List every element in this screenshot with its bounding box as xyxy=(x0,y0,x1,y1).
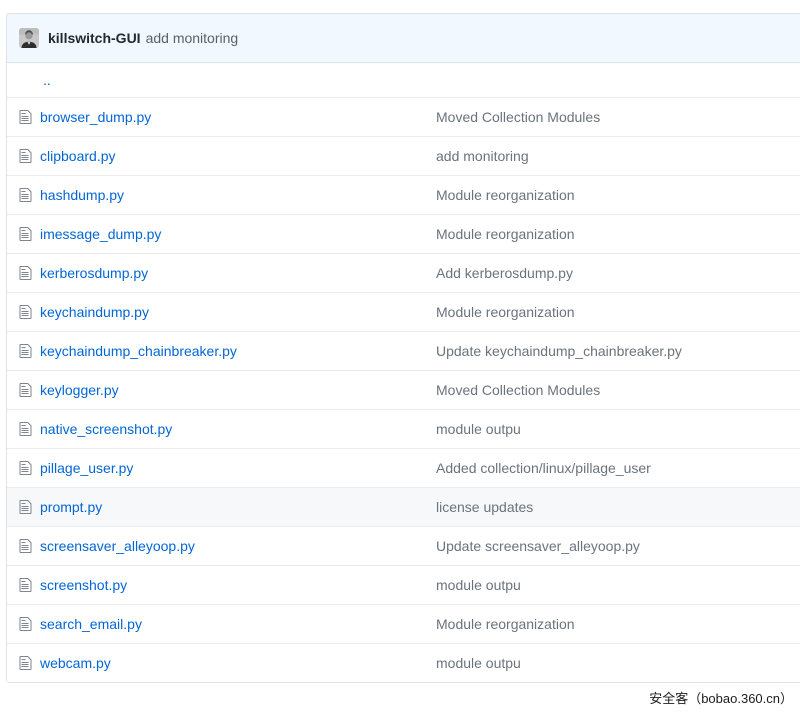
file-list: browser_dump.py Moved Collection Modules… xyxy=(7,97,800,682)
file-name-link[interactable]: screenshot.py xyxy=(40,577,127,593)
table-row: screenshot.py module outpu xyxy=(7,565,800,604)
table-row: screensaver_alleyoop.py Update screensav… xyxy=(7,526,800,565)
parent-directory-link[interactable]: .. xyxy=(43,72,51,88)
file-commit-message-link[interactable]: module outpu xyxy=(436,655,521,671)
file-name-link[interactable]: keychaindump_chainbreaker.py xyxy=(40,343,237,359)
file-name-link[interactable]: browser_dump.py xyxy=(40,109,151,125)
latest-commit-bar: killswitch-GUI add monitoring xyxy=(7,14,800,63)
file-icon xyxy=(7,382,40,398)
file-commit-message-link[interactable]: Module reorganization xyxy=(436,616,575,632)
file-browser-table: killswitch-GUI add monitoring .. browser… xyxy=(6,13,800,683)
file-name-link[interactable]: hashdump.py xyxy=(40,187,124,203)
file-icon xyxy=(7,616,40,632)
file-name-link[interactable]: webcam.py xyxy=(40,655,111,671)
file-commit-message-link[interactable]: Update screensaver_alleyoop.py xyxy=(436,538,640,554)
table-row: prompt.py license updates xyxy=(7,487,800,526)
table-row: pillage_user.py Added collection/linux/p… xyxy=(7,448,800,487)
file-commit-message-link[interactable]: module outpu xyxy=(436,577,521,593)
table-row: keychaindump.py Module reorganization xyxy=(7,292,800,331)
file-name-link[interactable]: pillage_user.py xyxy=(40,460,133,476)
watermark: 安全客（bobao.360.cn） xyxy=(649,688,793,707)
file-icon xyxy=(7,499,40,515)
avatar-photo xyxy=(19,28,39,48)
file-name-link[interactable]: prompt.py xyxy=(40,499,102,515)
file-icon xyxy=(7,343,40,359)
file-commit-message-link[interactable]: Module reorganization xyxy=(436,226,575,242)
table-row: native_screenshot.py module outpu xyxy=(7,409,800,448)
file-name-link[interactable]: search_email.py xyxy=(40,616,142,632)
file-commit-message-link[interactable]: Added collection/linux/pillage_user xyxy=(436,460,651,476)
file-name-link[interactable]: imessage_dump.py xyxy=(40,226,161,242)
file-icon xyxy=(7,421,40,437)
commit-author-link[interactable]: killswitch-GUI xyxy=(48,30,141,46)
file-icon xyxy=(7,187,40,203)
file-name-link[interactable]: native_screenshot.py xyxy=(40,421,172,437)
table-row: browser_dump.py Moved Collection Modules xyxy=(7,97,800,136)
table-row: kerberosdump.py Add kerberosdump.py xyxy=(7,253,800,292)
file-commit-message-link[interactable]: Module reorganization xyxy=(436,187,575,203)
file-commit-message-link[interactable]: Add kerberosdump.py xyxy=(436,265,573,281)
file-icon xyxy=(7,538,40,554)
file-icon xyxy=(7,109,40,125)
table-row: clipboard.py add monitoring xyxy=(7,136,800,175)
file-name-link[interactable]: screensaver_alleyoop.py xyxy=(40,538,195,554)
file-icon xyxy=(7,304,40,320)
file-icon xyxy=(7,655,40,671)
file-icon xyxy=(7,226,40,242)
file-name-link[interactable]: keylogger.py xyxy=(40,382,119,398)
table-row: webcam.py module outpu xyxy=(7,643,800,682)
file-commit-message-link[interactable]: module outpu xyxy=(436,421,521,437)
file-icon xyxy=(7,265,40,281)
table-row: search_email.py Module reorganization xyxy=(7,604,800,643)
table-row: hashdump.py Module reorganization xyxy=(7,175,800,214)
file-commit-message-link[interactable]: add monitoring xyxy=(436,148,529,164)
avatar[interactable] xyxy=(19,28,39,48)
commit-message-link[interactable]: add monitoring xyxy=(146,30,239,46)
table-row: imessage_dump.py Module reorganization xyxy=(7,214,800,253)
file-commit-message-link[interactable]: Moved Collection Modules xyxy=(436,382,600,398)
file-icon xyxy=(7,148,40,164)
file-icon xyxy=(7,577,40,593)
file-icon xyxy=(7,460,40,476)
file-commit-message-link[interactable]: Update keychaindump_chainbreaker.py xyxy=(436,343,682,359)
parent-directory-row: .. xyxy=(7,63,800,97)
file-name-link[interactable]: clipboard.py xyxy=(40,148,116,164)
file-name-link[interactable]: kerberosdump.py xyxy=(40,265,148,281)
table-row: keychaindump_chainbreaker.py Update keyc… xyxy=(7,331,800,370)
file-commit-message-link[interactable]: Module reorganization xyxy=(436,304,575,320)
table-row: keylogger.py Moved Collection Modules xyxy=(7,370,800,409)
file-commit-message-link[interactable]: Moved Collection Modules xyxy=(436,109,600,125)
file-name-link[interactable]: keychaindump.py xyxy=(40,304,149,320)
file-commit-message-link[interactable]: license updates xyxy=(436,499,533,515)
